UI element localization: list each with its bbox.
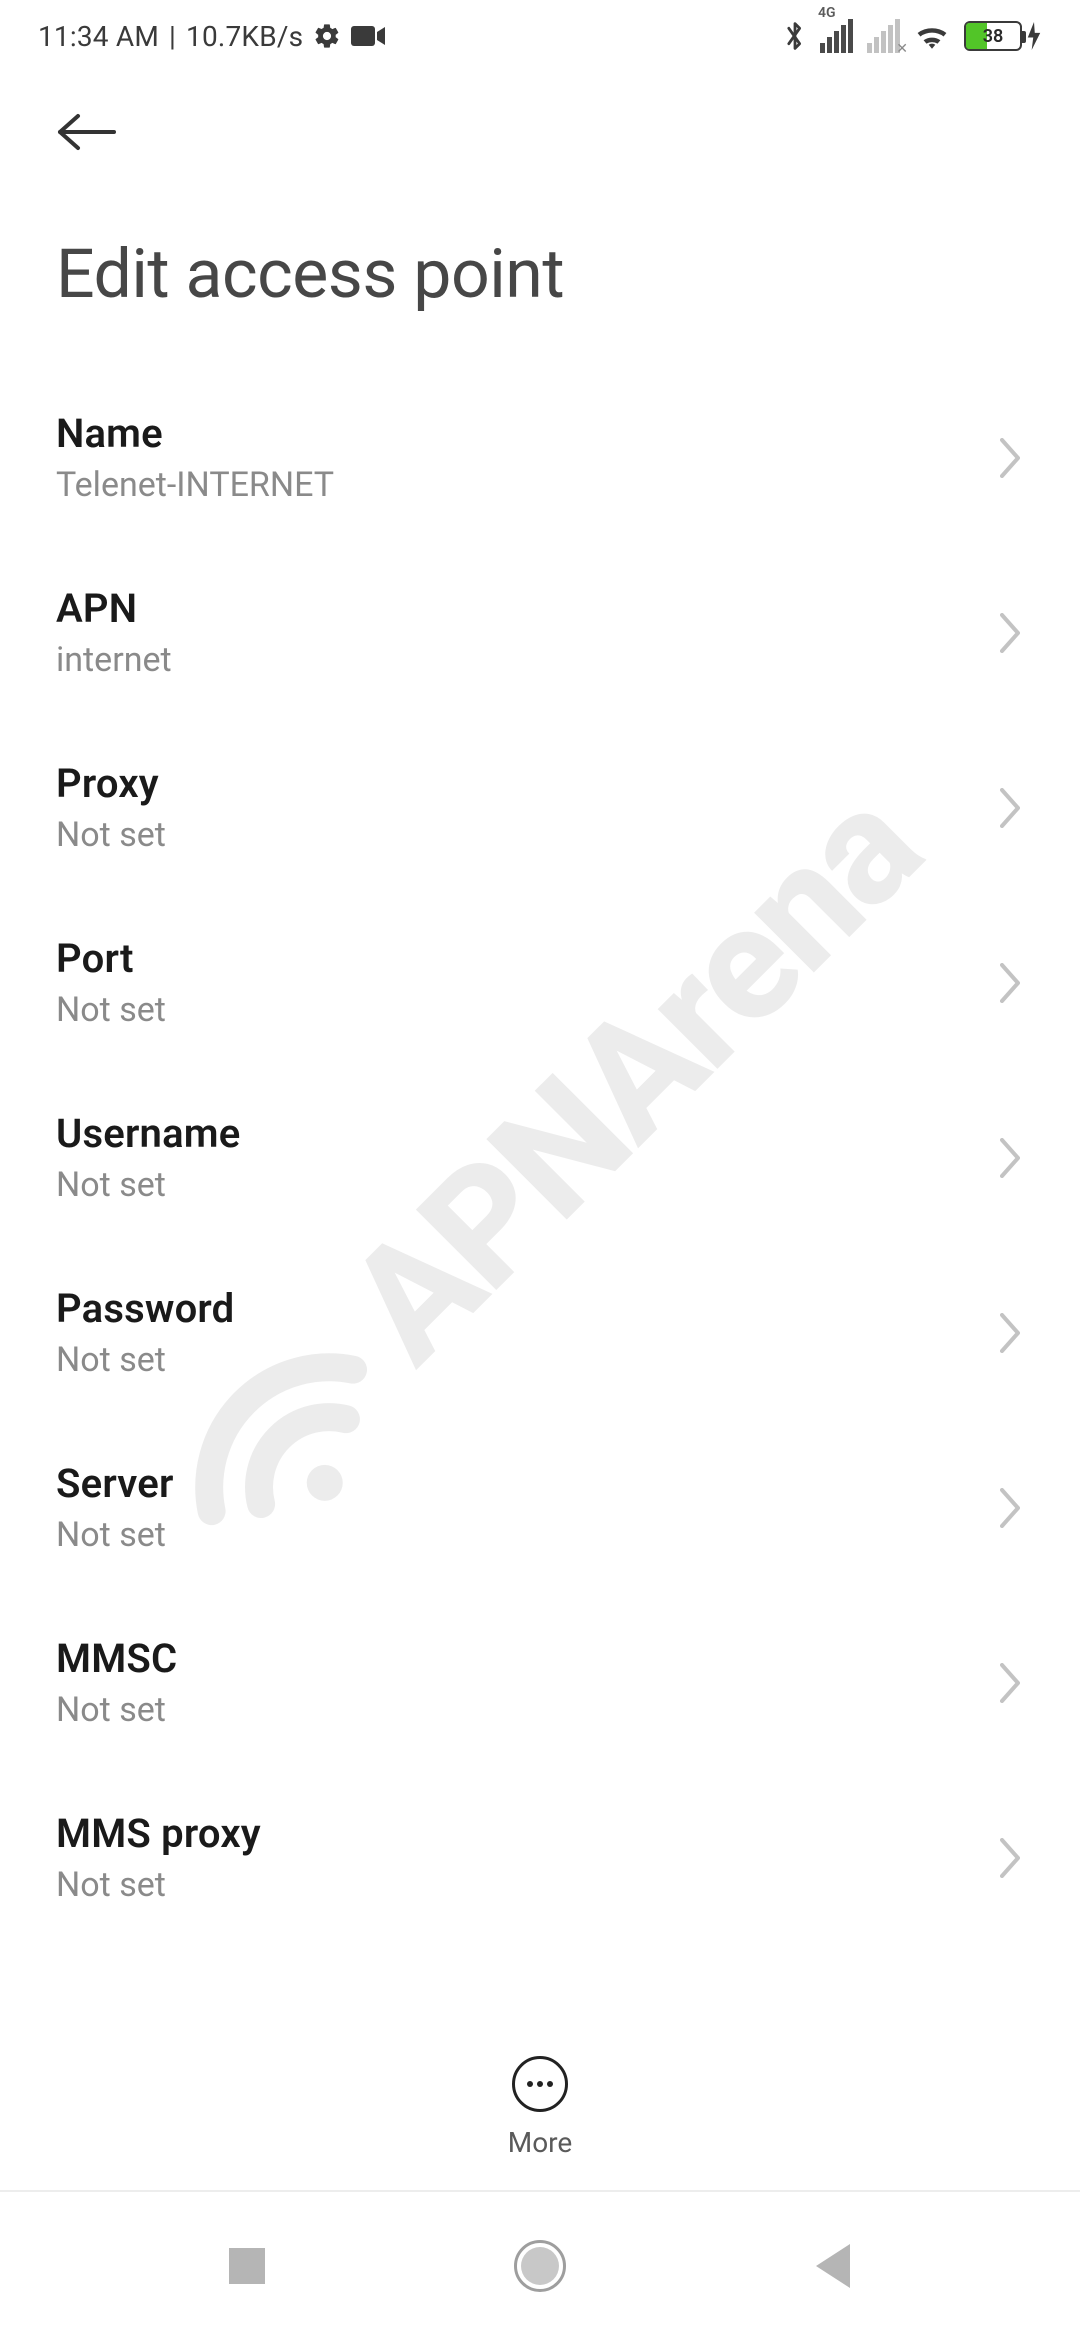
system-nav-bar	[0, 2190, 1080, 2340]
row-label: APN	[56, 585, 972, 632]
row-label: Proxy	[56, 760, 972, 807]
chevron-right-icon	[996, 1136, 1024, 1180]
status-data-rate: 10.7KB/s	[186, 20, 303, 53]
row-proxy[interactable]: Proxy Not set	[0, 720, 1080, 895]
row-mmsc[interactable]: MMSC Not set	[0, 1595, 1080, 1770]
battery-percent: 38	[966, 26, 1020, 47]
row-port[interactable]: Port Not set	[0, 895, 1080, 1070]
chevron-right-icon	[996, 1311, 1024, 1355]
chevron-right-icon	[996, 1661, 1024, 1705]
bluetooth-icon	[784, 19, 806, 53]
row-value: Not set	[56, 1165, 972, 1205]
row-value: Telenet-INTERNET	[56, 465, 972, 505]
status-bar: 11:34 AM | 10.7KB/s 4G	[0, 0, 1080, 72]
arrow-left-icon	[56, 112, 118, 152]
page-title: Edit access point	[0, 164, 1080, 370]
chevron-right-icon	[996, 436, 1024, 480]
row-value: Not set	[56, 990, 972, 1030]
row-value: Not set	[56, 815, 972, 855]
row-value: internet	[56, 640, 972, 680]
triangle-left-icon	[816, 2244, 850, 2288]
row-label: MMSC	[56, 1635, 972, 1682]
row-value: Not set	[56, 1515, 972, 1555]
row-label: Port	[56, 935, 972, 982]
more-button[interactable]: More	[508, 2056, 573, 2159]
chevron-right-icon	[996, 786, 1024, 830]
row-label: Password	[56, 1285, 972, 1332]
row-password[interactable]: Password Not set	[0, 1245, 1080, 1420]
camera-icon	[351, 24, 385, 48]
row-apn[interactable]: APN internet	[0, 545, 1080, 720]
signal-disabled-icon: ✕	[867, 19, 900, 53]
charging-bolt-icon	[1026, 22, 1042, 50]
chevron-right-icon	[996, 611, 1024, 655]
network-badge: 4G	[818, 5, 836, 21]
status-time: 11:34 AM	[38, 20, 159, 53]
row-value: Not set	[56, 1865, 972, 1905]
wifi-icon	[914, 21, 950, 51]
row-server[interactable]: Server Not set	[0, 1420, 1080, 1595]
row-mms-proxy[interactable]: MMS proxy Not set	[0, 1770, 1080, 1945]
nav-back-button[interactable]	[803, 2236, 863, 2296]
more-label: More	[508, 2126, 573, 2159]
row-value: Not set	[56, 1340, 972, 1380]
row-label: MMS proxy	[56, 1810, 972, 1857]
more-horizontal-icon	[512, 2056, 568, 2112]
row-username[interactable]: Username Not set	[0, 1070, 1080, 1245]
chevron-right-icon	[996, 1836, 1024, 1880]
square-icon	[229, 2248, 265, 2284]
nav-home-button[interactable]	[510, 2236, 570, 2296]
row-value: Not set	[56, 1690, 972, 1730]
row-label: Server	[56, 1460, 972, 1507]
chevron-right-icon	[996, 961, 1024, 1005]
gear-icon	[313, 22, 341, 50]
bottom-action-bar: More	[0, 2000, 1080, 2190]
chevron-right-icon	[996, 1486, 1024, 1530]
nav-recents-button[interactable]	[217, 2236, 277, 2296]
signal-4g-icon: 4G	[820, 19, 853, 53]
row-label: Name	[56, 410, 972, 457]
battery-indicator: 38	[964, 21, 1042, 51]
settings-list: Name Telenet-INTERNET APN internet Proxy…	[0, 370, 1080, 1945]
circle-icon	[514, 2240, 566, 2292]
back-button[interactable]	[56, 100, 128, 164]
row-label: Username	[56, 1110, 972, 1157]
row-name[interactable]: Name Telenet-INTERNET	[0, 370, 1080, 545]
status-separator: |	[169, 20, 176, 53]
